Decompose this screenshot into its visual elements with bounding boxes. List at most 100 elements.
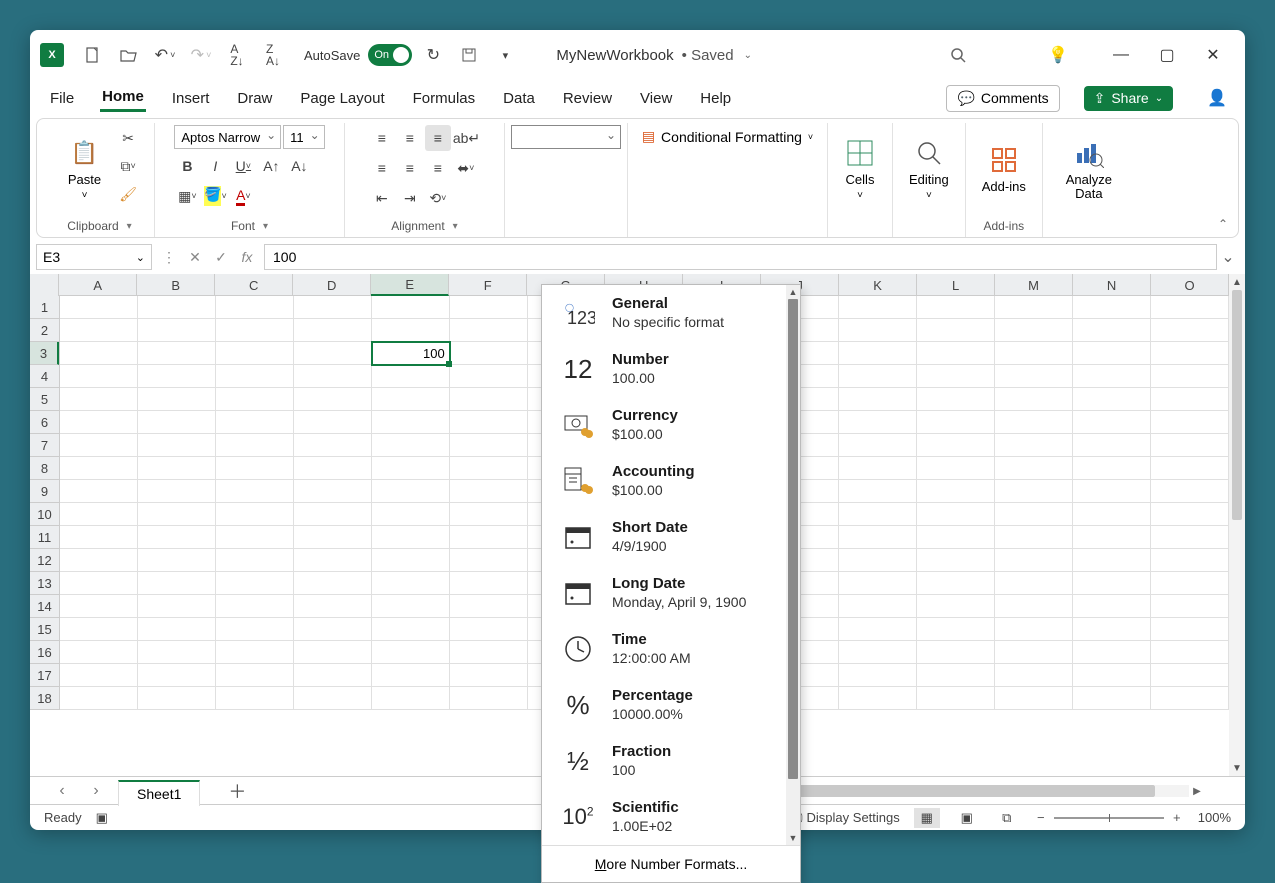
cell-O9[interactable] [1151, 480, 1229, 503]
orientation-icon[interactable]: ⟲˅ [425, 185, 451, 211]
cancel-edit-icon[interactable]: ✕ [184, 246, 206, 268]
dropdown-scrollbar[interactable]: ▲ ▼ [786, 285, 800, 845]
cell-F8[interactable] [450, 457, 528, 480]
cell-N2[interactable] [1073, 319, 1151, 342]
clipboard-dialog-launcher[interactable]: ▾ [127, 221, 132, 232]
addins-button[interactable]: Add-ins [972, 125, 1036, 213]
cell-O11[interactable] [1151, 526, 1229, 549]
cell-D7[interactable] [294, 434, 372, 457]
cell-A6[interactable] [60, 411, 138, 434]
sort-desc-icon[interactable]: ZA↓ [258, 40, 288, 70]
cell-N10[interactable] [1073, 503, 1151, 526]
align-left-icon[interactable]: ≡ [369, 155, 395, 181]
cell-N14[interactable] [1073, 595, 1151, 618]
cell-C9[interactable] [216, 480, 294, 503]
col-header-D[interactable]: D [293, 274, 371, 296]
align-top-icon[interactable]: ≡ [369, 125, 395, 151]
cell-D10[interactable] [294, 503, 372, 526]
display-settings-button[interactable]: 🖵Display Settings [790, 810, 900, 826]
autosave-toggle[interactable]: AutoSave On [304, 44, 412, 66]
underline-button[interactable]: U˅ [230, 153, 256, 179]
cell-B11[interactable] [138, 526, 216, 549]
format-option-currency[interactable]: Currency$100.00 [542, 397, 800, 453]
cell-B12[interactable] [138, 549, 216, 572]
redo-button[interactable]: ↷˅ [186, 40, 216, 70]
cell-O15[interactable] [1151, 618, 1229, 641]
add-sheet-button[interactable]: ＋ [228, 778, 246, 804]
cell-E9[interactable] [372, 480, 450, 503]
cell-E18[interactable] [372, 687, 450, 710]
cell-F7[interactable] [450, 434, 528, 457]
cell-A12[interactable] [60, 549, 138, 572]
cell-B15[interactable] [138, 618, 216, 641]
cell-O12[interactable] [1151, 549, 1229, 572]
fx-icon[interactable]: fx [236, 246, 258, 268]
qat-overflow[interactable]: ▾ [490, 40, 520, 70]
cut-icon[interactable]: ✂ [115, 125, 141, 151]
cell-K4[interactable] [839, 365, 917, 388]
cell-B4[interactable] [138, 365, 216, 388]
zoom-slider[interactable]: − + [1034, 810, 1184, 825]
tab-insert[interactable]: Insert [170, 86, 212, 111]
cell-L15[interactable] [917, 618, 995, 641]
cell-A3[interactable] [60, 342, 138, 365]
sheet-tab-sheet1[interactable]: Sheet1 [118, 780, 200, 806]
cell-N1[interactable] [1073, 296, 1151, 319]
cell-K9[interactable] [839, 480, 917, 503]
cell-M9[interactable] [995, 480, 1073, 503]
minimize-button[interactable]: — [1099, 39, 1143, 71]
cell-K10[interactable] [839, 503, 917, 526]
vertical-scrollbar[interactable]: ▲ ▼ [1229, 274, 1245, 776]
col-header-M[interactable]: M [995, 274, 1073, 296]
analyze-data-button[interactable]: Analyze Data [1049, 125, 1129, 213]
cell-M1[interactable] [995, 296, 1073, 319]
col-header-C[interactable]: C [215, 274, 293, 296]
new-file-icon[interactable] [78, 40, 108, 70]
format-option-percentage[interactable]: %Percentage10000.00% [542, 677, 800, 733]
format-option-fraction[interactable]: ½Fraction100 [542, 733, 800, 789]
cell-A15[interactable] [60, 618, 138, 641]
tab-page-layout[interactable]: Page Layout [298, 86, 386, 111]
conditional-formatting-button[interactable]: ▤ Conditional Formatting ˅ [636, 125, 819, 148]
cell-B16[interactable] [138, 641, 216, 664]
cell-E12[interactable] [372, 549, 450, 572]
cell-B1[interactable] [138, 296, 216, 319]
cell-E1[interactable] [372, 296, 450, 319]
autosave-switch[interactable]: On [368, 44, 412, 66]
cell-O10[interactable] [1151, 503, 1229, 526]
cell-E14[interactable] [372, 595, 450, 618]
tab-formulas[interactable]: Formulas [411, 86, 478, 111]
cell-O7[interactable] [1151, 434, 1229, 457]
cell-A10[interactable] [60, 503, 138, 526]
cell-M4[interactable] [995, 365, 1073, 388]
format-option-long-date[interactable]: Long DateMonday, April 9, 1900 [542, 565, 800, 621]
cell-C7[interactable] [216, 434, 294, 457]
cell-F18[interactable] [450, 687, 528, 710]
format-option-time[interactable]: Time12:00:00 AM [542, 621, 800, 677]
cell-L1[interactable] [917, 296, 995, 319]
tab-data[interactable]: Data [501, 86, 537, 111]
cell-D8[interactable] [294, 457, 372, 480]
cell-M18[interactable] [995, 687, 1073, 710]
editing-button[interactable]: Editing˅ [899, 125, 959, 213]
cell-F16[interactable] [450, 641, 528, 664]
workbook-name[interactable]: MyNewWorkbook [556, 47, 673, 64]
cell-C15[interactable] [216, 618, 294, 641]
paste-button[interactable]: 📋 Paste˅ [58, 125, 111, 213]
cell-N18[interactable] [1073, 687, 1151, 710]
select-all-corner[interactable] [30, 274, 59, 296]
cell-L3[interactable] [917, 342, 995, 365]
cell-N7[interactable] [1073, 434, 1151, 457]
refresh-icon[interactable]: ↻ [418, 40, 448, 70]
cell-C17[interactable] [216, 664, 294, 687]
cell-C6[interactable] [216, 411, 294, 434]
cell-C10[interactable] [216, 503, 294, 526]
cell-D4[interactable] [294, 365, 372, 388]
cell-L2[interactable] [917, 319, 995, 342]
font-size-select[interactable]: 11 [283, 125, 325, 149]
cell-O17[interactable] [1151, 664, 1229, 687]
cell-B2[interactable] [138, 319, 216, 342]
cells-button[interactable]: Cells˅ [834, 125, 886, 213]
scrollbar-thumb[interactable] [1232, 290, 1242, 520]
col-header-O[interactable]: O [1151, 274, 1229, 296]
